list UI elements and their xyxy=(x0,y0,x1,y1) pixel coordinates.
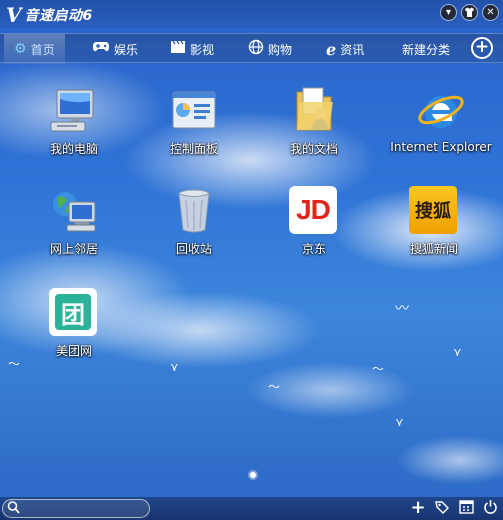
tab-label: 首页 xyxy=(30,42,55,57)
ie-icon: ℯ xyxy=(326,39,337,59)
tab-label: 资讯 xyxy=(340,42,365,57)
page-indicator[interactable] xyxy=(248,470,258,480)
bottom-tools: + xyxy=(409,499,499,517)
jd-icon: JD xyxy=(289,186,339,236)
app-label: Internet Explorer xyxy=(390,140,492,154)
app-meituan[interactable]: 团 美团网 xyxy=(26,288,122,359)
app-logo: V 音速启动6 xyxy=(6,3,93,27)
internet-explorer-icon xyxy=(416,86,466,136)
app-label: 搜狐新闻 xyxy=(409,242,458,256)
bird-decoration: 〰 xyxy=(395,301,409,317)
app-label: 我的电脑 xyxy=(49,142,98,156)
tab-home[interactable]: ⚙ 首页 xyxy=(4,34,65,64)
control-panel-icon xyxy=(169,86,219,136)
tab-new-category[interactable]: 新建分类 xyxy=(402,34,450,64)
app-label: 回收站 xyxy=(175,242,212,256)
app-recycle-bin[interactable]: 回收站 xyxy=(146,186,242,257)
bird-decoration: 〜 xyxy=(268,380,281,394)
meituan-tile-text: 团 xyxy=(61,300,85,329)
tab-label: 影视 xyxy=(190,42,215,57)
globe-icon xyxy=(248,39,264,59)
app-control-panel[interactable]: 控制面板 xyxy=(146,86,242,157)
app-my-documents[interactable]: 我的文档 xyxy=(266,86,362,157)
bird-decoration: ⋎ xyxy=(395,415,404,429)
close-icon[interactable]: ✕ xyxy=(482,4,499,21)
app-label: 控制面板 xyxy=(169,142,218,156)
sohu-news-icon: 搜狐 xyxy=(409,186,459,236)
bird-decoration: 〜 xyxy=(8,357,21,371)
bird-decoration: 〜 xyxy=(372,362,385,376)
logo-letter: V xyxy=(6,3,22,27)
tag-icon[interactable] xyxy=(433,499,451,517)
category-tabs: ⚙ 首页 娱乐 影视 购物 ℯ 资讯 新建分类 + xyxy=(0,33,503,64)
bird-decoration: ⋎ xyxy=(453,345,462,359)
sohu-tile-text: 搜狐 xyxy=(415,201,451,222)
recycle-bin-icon xyxy=(169,186,219,236)
calendar-icon[interactable] xyxy=(457,499,475,517)
skin-icon[interactable] xyxy=(461,4,478,21)
documents-folder-icon xyxy=(289,86,339,136)
tab-shopping[interactable]: 购物 xyxy=(248,34,292,64)
app-network-neighborhood[interactable]: 网上邻居 xyxy=(26,186,122,257)
app-label: 我的文档 xyxy=(289,142,338,156)
jd-tile-text: JD xyxy=(296,194,331,225)
meituan-icon: 团 xyxy=(49,288,99,338)
tab-entertainment[interactable]: 娱乐 xyxy=(92,34,138,64)
app-title: 音速启动6 xyxy=(24,8,93,24)
tab-news[interactable]: ℯ 资讯 xyxy=(326,34,364,64)
app-internet-explorer[interactable]: Internet Explorer xyxy=(386,86,496,154)
app-label: 京东 xyxy=(301,242,326,256)
app-jd[interactable]: JD 京东 xyxy=(266,186,362,257)
app-my-computer[interactable]: 我的电脑 xyxy=(26,86,122,157)
network-neighborhood-icon xyxy=(49,186,99,236)
dropdown-icon[interactable]: ▾ xyxy=(440,4,457,21)
tab-movies[interactable]: 影视 xyxy=(170,34,214,64)
search-icon xyxy=(7,500,20,518)
window-controls: ▾ ✕ xyxy=(440,4,499,21)
gear-icon: ⚙ xyxy=(14,41,27,57)
app-label: 美团网 xyxy=(55,344,92,358)
title-bar: V 音速启动6 ▾ ✕ xyxy=(0,0,503,28)
search-box[interactable] xyxy=(2,499,150,518)
app-label: 网上邻居 xyxy=(49,242,98,256)
add-category-icon[interactable]: + xyxy=(471,37,493,59)
computer-icon xyxy=(49,86,99,136)
add-icon[interactable]: + xyxy=(409,499,427,517)
film-icon xyxy=(170,40,186,58)
tab-label: 新建分类 xyxy=(402,42,451,57)
power-icon[interactable] xyxy=(481,499,499,517)
bird-decoration: ⋎ xyxy=(170,360,179,374)
app-sohu-news[interactable]: 搜狐 搜狐新闻 xyxy=(386,186,482,257)
tab-label: 娱乐 xyxy=(114,42,139,57)
tab-label: 购物 xyxy=(268,42,293,57)
gamepad-icon xyxy=(92,41,110,57)
search-input[interactable] xyxy=(23,501,143,516)
bottom-bar: + xyxy=(0,497,503,520)
